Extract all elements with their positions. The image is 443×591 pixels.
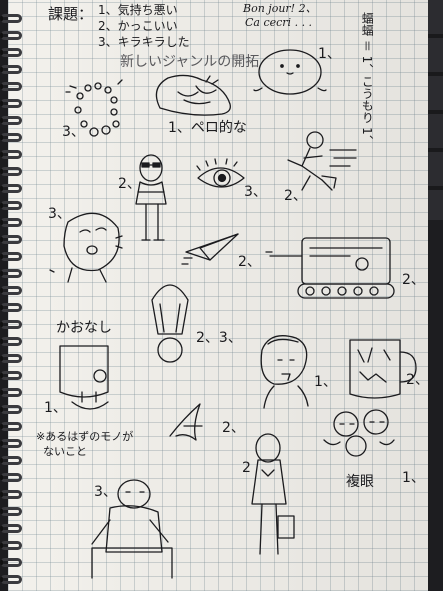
label-truck: 2、 xyxy=(402,272,425,288)
label-face-none: かおなし xyxy=(56,320,112,336)
label-sun: 2、 xyxy=(118,176,141,192)
sunglasses-man-sketch xyxy=(136,155,166,240)
label-missing-note: ※あるはずのモノが ないこと xyxy=(36,430,134,458)
label-sleep: 複眼 xyxy=(346,474,374,490)
vertical-note: 蝠蝠 ＝ 1、こうもり 1、 xyxy=(360,12,375,147)
label-eye-after: 2、 xyxy=(284,188,307,204)
medal-sketch xyxy=(152,285,188,362)
label-sleep-num: 1、 xyxy=(402,470,425,486)
assignment-item-3: 3、キラキラした xyxy=(98,35,190,49)
lumpy-rock-sketch xyxy=(156,75,230,115)
photo: 課題： 1、気持ち悪い 2、かっこいい 3、キラキラした 新しいジャンルの開拓 … xyxy=(0,0,443,591)
paper-plane-sketch xyxy=(182,234,238,264)
label-boy: 1、 xyxy=(314,374,337,390)
ink-drawings xyxy=(0,0,443,591)
tank-sketch xyxy=(266,238,394,298)
label-face-none-num: 1、 xyxy=(44,400,67,416)
label-mug: 2、 xyxy=(406,372,429,388)
label-script: 2、 xyxy=(222,420,245,436)
label-rings: 3、 xyxy=(62,124,85,140)
label-pero: 1、ペロ的な xyxy=(168,120,247,136)
assignment-item-2: 2、かっこいい xyxy=(98,19,178,33)
script-letter-sketch xyxy=(170,404,202,440)
label-plane: 2、 xyxy=(238,254,261,270)
label-medal: 2、3、 xyxy=(196,330,242,346)
blob-head-sketch xyxy=(254,50,326,94)
label-shout: 3、 xyxy=(48,206,71,222)
french-line-2: Ca cecri . . . xyxy=(245,16,313,29)
sleeping-faces-sketch xyxy=(324,410,394,456)
mug-sketch xyxy=(350,340,416,398)
woman-sketch xyxy=(252,434,294,554)
label-woman: 2 xyxy=(242,460,251,476)
french-line-1: Bon jour! 2、 xyxy=(243,2,317,15)
label-head: 1、 xyxy=(318,46,341,62)
faceless-head-sketch xyxy=(60,346,108,409)
assignment-title: 課題： xyxy=(48,5,94,23)
label-eye: 3、 xyxy=(244,184,267,200)
running-figure-sketch xyxy=(288,132,356,190)
assignment-item-1: 1、気持ち悪い xyxy=(98,3,178,17)
boy-sketch xyxy=(261,336,308,408)
shouting-face-sketch xyxy=(50,213,122,282)
genre-note: 新しいジャンルの開拓 xyxy=(120,54,260,70)
eye-sketch xyxy=(197,159,244,187)
label-sofa: 3、 xyxy=(94,484,117,500)
